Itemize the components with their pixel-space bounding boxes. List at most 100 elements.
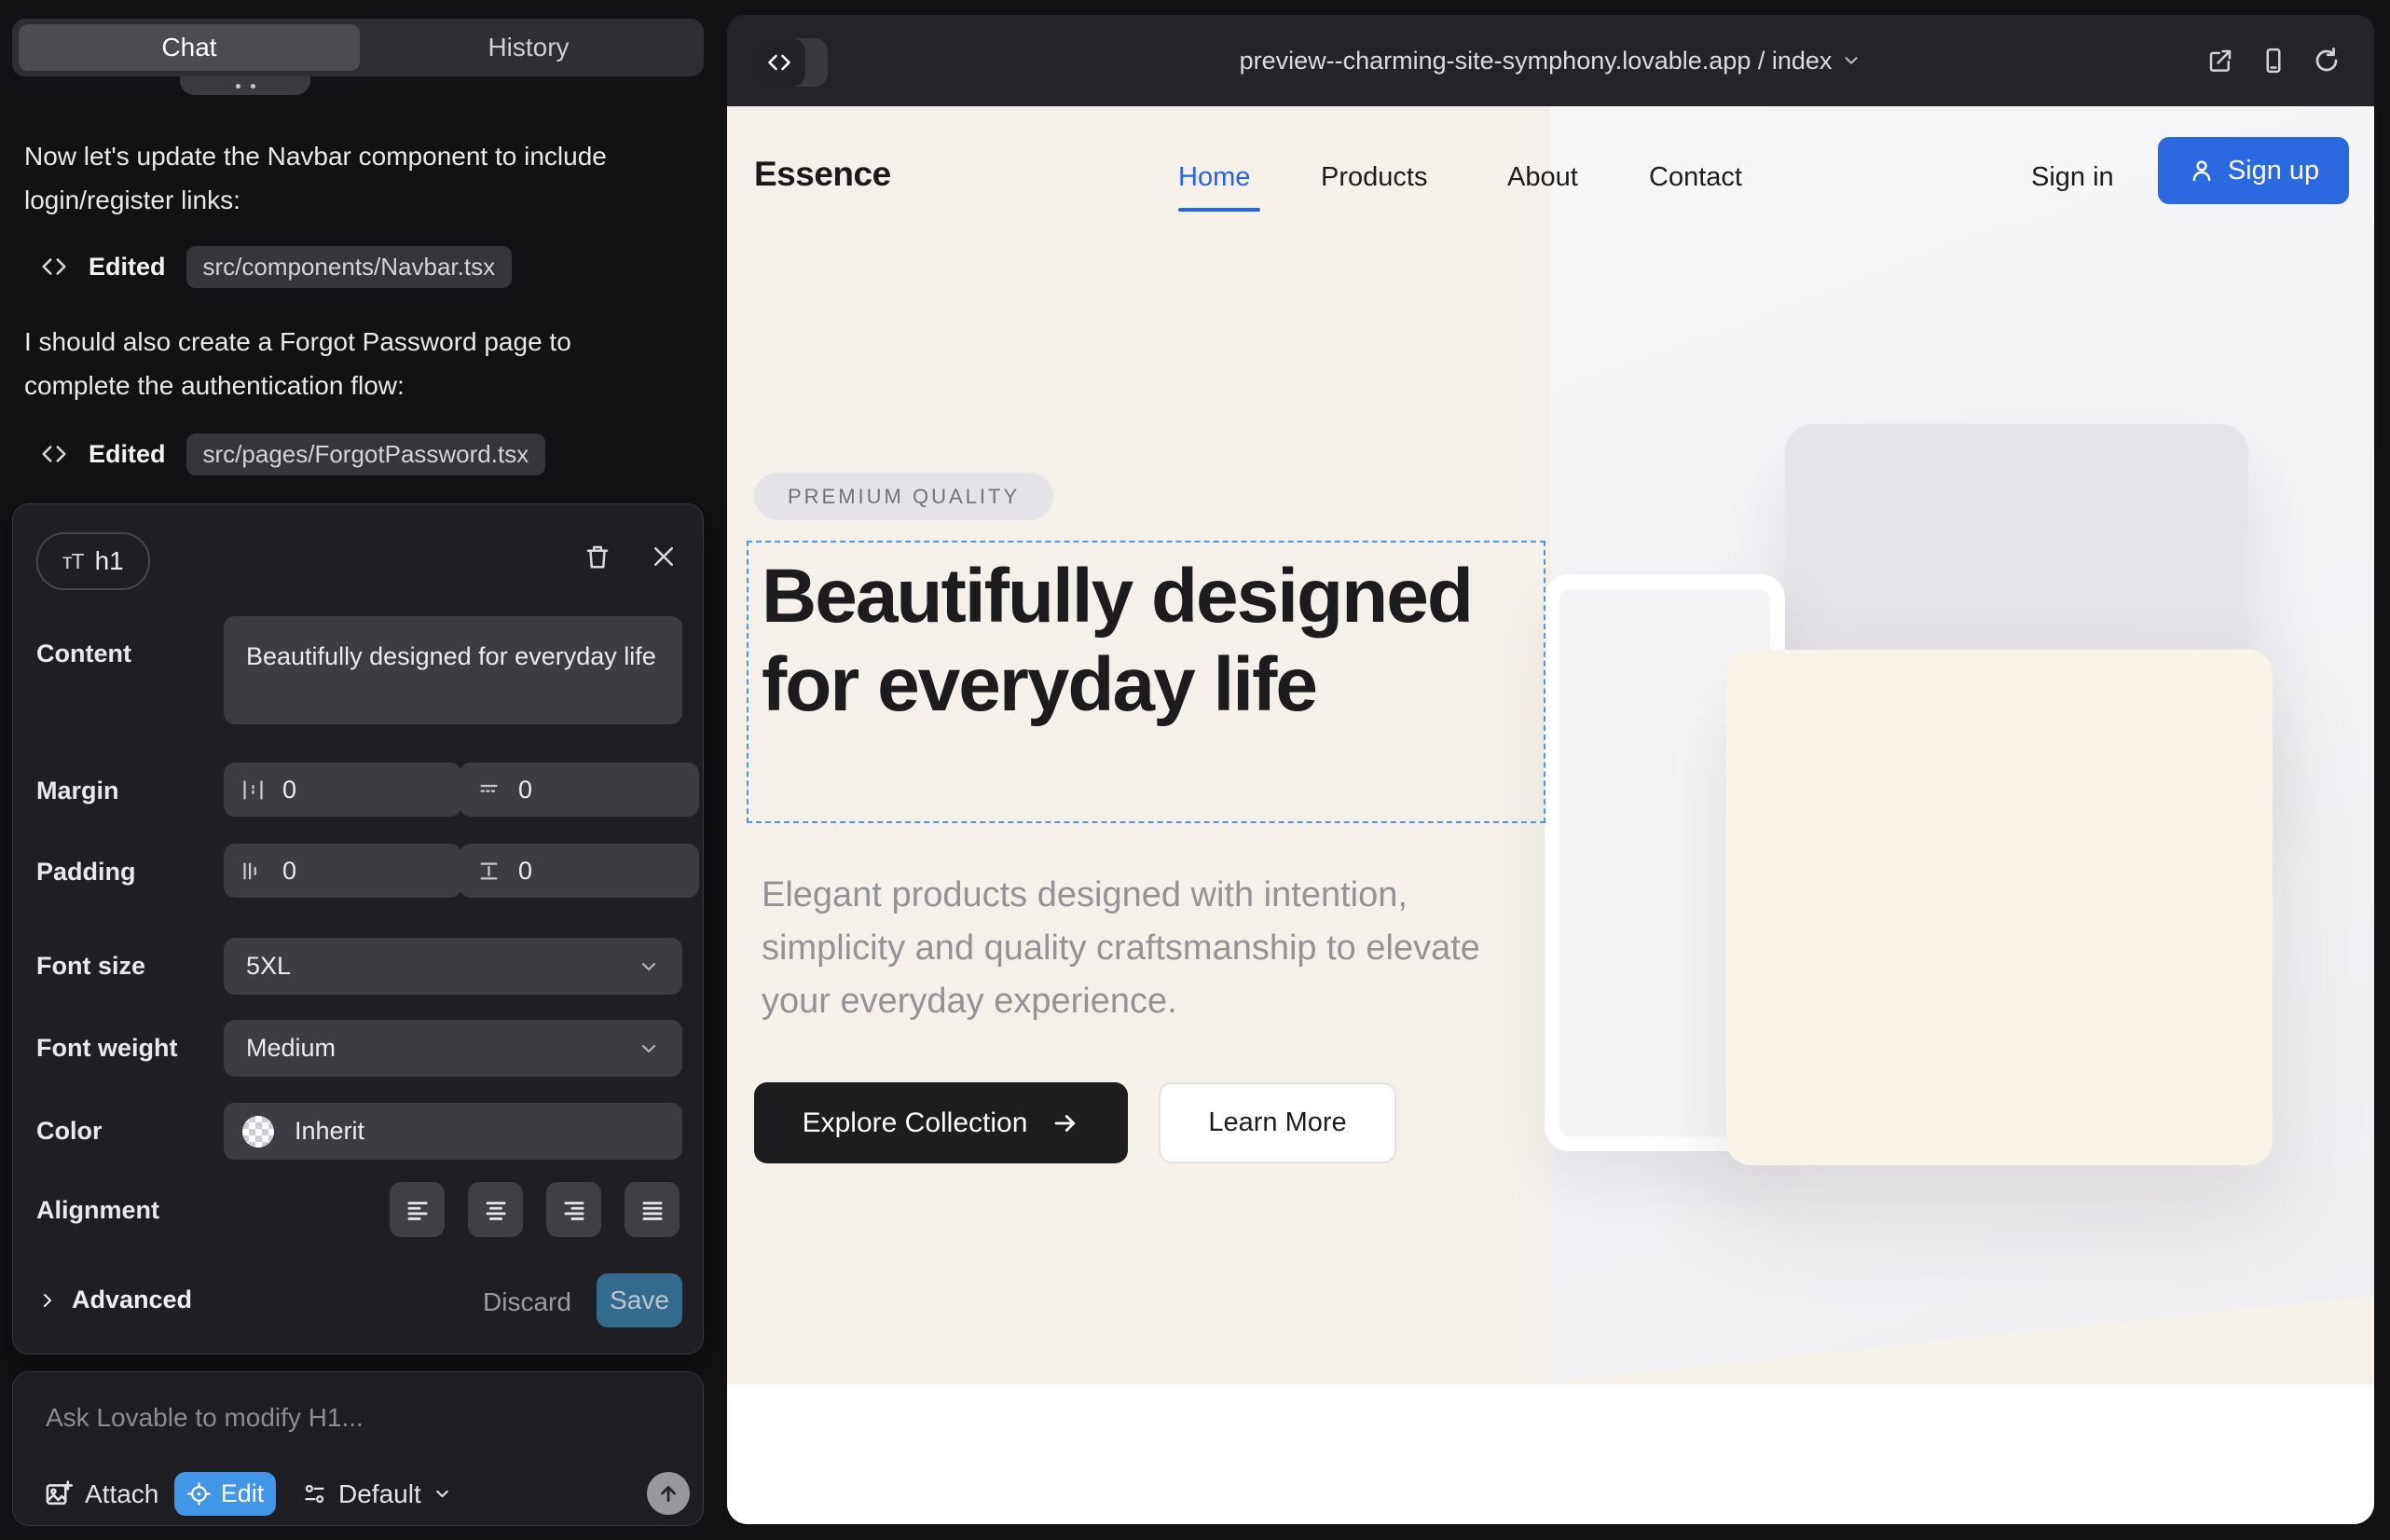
decor-card-cream [1726, 650, 2273, 1165]
font-size-select[interactable]: 5XL [224, 938, 682, 995]
user-icon [2188, 157, 2216, 185]
browser-toolbar: preview--charming-site-symphony.lovable.… [727, 15, 2374, 106]
image-plus-icon [44, 1479, 73, 1508]
element-editor-panel: тT h1 Content Beautifully designed for e… [12, 503, 704, 1354]
chat-composer: Attach Edit Default [12, 1371, 704, 1526]
tab-chat[interactable]: Chat [19, 24, 360, 71]
edited-label: Edited [89, 440, 166, 469]
attach-button[interactable]: Attach [44, 1479, 158, 1509]
font-weight-select[interactable]: Medium [224, 1020, 682, 1077]
padding-horizontal-icon [240, 859, 266, 884]
code-icon [40, 440, 68, 468]
content-textarea[interactable]: Beautifully designed for everyday life [224, 616, 682, 724]
refresh-button[interactable] [2313, 47, 2341, 75]
tab-history[interactable]: History [360, 24, 697, 71]
assistant-message: I should also create a Forgot Password p… [24, 320, 628, 407]
refresh-icon [2313, 47, 2341, 75]
default-label: Default [338, 1479, 421, 1509]
nav-link-about[interactable]: About [1507, 162, 1578, 193]
alignment-label: Alignment [36, 1196, 159, 1225]
sign-in-link[interactable]: Sign in [2031, 162, 2114, 193]
browser-actions [2206, 15, 2341, 106]
chevron-down-icon [638, 956, 660, 978]
align-left-button[interactable] [390, 1182, 445, 1237]
padding-y-field[interactable] [460, 844, 699, 898]
color-select[interactable]: Inherit [224, 1103, 682, 1160]
typography-icon: тT [62, 549, 84, 574]
align-center-button[interactable] [468, 1182, 523, 1237]
align-justify-button[interactable] [625, 1182, 680, 1237]
chevron-right-icon [36, 1289, 59, 1312]
edit-label: Edit [221, 1479, 265, 1508]
ellipsis-dots-icon [180, 84, 310, 89]
edited-file-chip[interactable]: src/components/Navbar.tsx [186, 246, 513, 288]
code-icon [40, 253, 68, 281]
padding-y-input[interactable] [516, 856, 632, 887]
align-right-button[interactable] [546, 1182, 601, 1237]
padding-label: Padding [36, 858, 136, 887]
model-default-select[interactable]: Default [302, 1472, 452, 1516]
nav-link-products[interactable]: Products [1321, 162, 1427, 193]
open-external-button[interactable] [2206, 47, 2234, 75]
chat-sidebar: Chat History Now let's update the Navbar… [0, 0, 727, 1540]
selected-element-badge: тT h1 [36, 532, 150, 590]
align-center-icon [483, 1197, 509, 1223]
margin-x-field[interactable] [224, 763, 461, 817]
chevron-down-icon [638, 1038, 660, 1060]
url-breadcrumb[interactable]: preview--charming-site-symphony.lovable.… [727, 15, 2374, 106]
mobile-icon [2260, 47, 2287, 75]
arrow-up-icon [656, 1481, 680, 1506]
color-value: Inherit [295, 1117, 364, 1146]
nav-link-contact[interactable]: Contact [1649, 162, 1742, 193]
advanced-expander[interactable]: Advanced [36, 1286, 192, 1314]
padding-x-input[interactable] [281, 856, 396, 887]
margin-x-input[interactable] [281, 775, 396, 805]
margin-horizontal-icon [240, 777, 266, 803]
nav-active-underline [1178, 208, 1260, 212]
app-root: Chat History Now let's update the Navbar… [0, 0, 2390, 1540]
learn-more-button[interactable]: Learn More [1159, 1082, 1396, 1163]
edited-file-chip[interactable]: src/pages/ForgotPassword.tsx [186, 433, 546, 475]
color-label: Color [36, 1117, 103, 1146]
font-weight-value: Medium [246, 1034, 336, 1063]
edit-mode-button[interactable]: Edit [174, 1472, 276, 1516]
sign-up-button[interactable]: Sign up [2158, 137, 2349, 204]
padding-vertical-icon [476, 859, 501, 884]
advanced-label: Advanced [72, 1286, 192, 1314]
explore-collection-button[interactable]: Explore Collection [754, 1082, 1128, 1163]
align-right-icon [561, 1197, 587, 1223]
font-size-label: Font size [36, 952, 145, 981]
save-button[interactable]: Save [597, 1273, 682, 1327]
composer-toolbar: Attach Edit Default [44, 1472, 158, 1516]
chevron-down-icon [1841, 50, 1861, 71]
color-swatch-transparent [242, 1116, 274, 1148]
discard-button[interactable]: Discard [483, 1287, 571, 1317]
mobile-view-button[interactable] [2260, 47, 2287, 75]
send-button[interactable] [647, 1472, 690, 1515]
target-icon [186, 1481, 212, 1506]
trash-icon [584, 543, 611, 571]
hero-headline[interactable]: Beautifully designed for everyday life [762, 552, 1507, 729]
preview-browser: preview--charming-site-symphony.lovable.… [727, 15, 2374, 1524]
delete-element-button[interactable] [577, 536, 618, 577]
margin-y-field[interactable] [460, 763, 699, 817]
section-below-hero [727, 1384, 2374, 1524]
edited-label: Edited [89, 253, 166, 282]
preview-site: Essence Home Products About Contact Sign… [727, 106, 2374, 1524]
premium-quality-badge: PREMIUM QUALITY [754, 473, 1053, 520]
margin-y-input[interactable] [516, 775, 632, 805]
close-panel-button[interactable] [643, 536, 684, 577]
site-logo[interactable]: Essence [754, 155, 891, 194]
padding-x-field[interactable] [224, 844, 461, 898]
font-size-value: 5XL [246, 952, 291, 981]
sliders-icon [302, 1481, 327, 1506]
chat-input[interactable] [44, 1395, 663, 1441]
sign-up-label: Sign up [2228, 156, 2319, 186]
content-label: Content [36, 639, 131, 668]
edited-file-row: Edited src/components/Navbar.tsx [40, 245, 512, 288]
attach-label: Attach [85, 1479, 158, 1509]
hero-subtext: Elegant products designed with intention… [762, 869, 1517, 1028]
nav-link-home[interactable]: Home [1178, 162, 1250, 193]
margin-vertical-icon [476, 777, 501, 803]
margin-label: Margin [36, 777, 119, 805]
